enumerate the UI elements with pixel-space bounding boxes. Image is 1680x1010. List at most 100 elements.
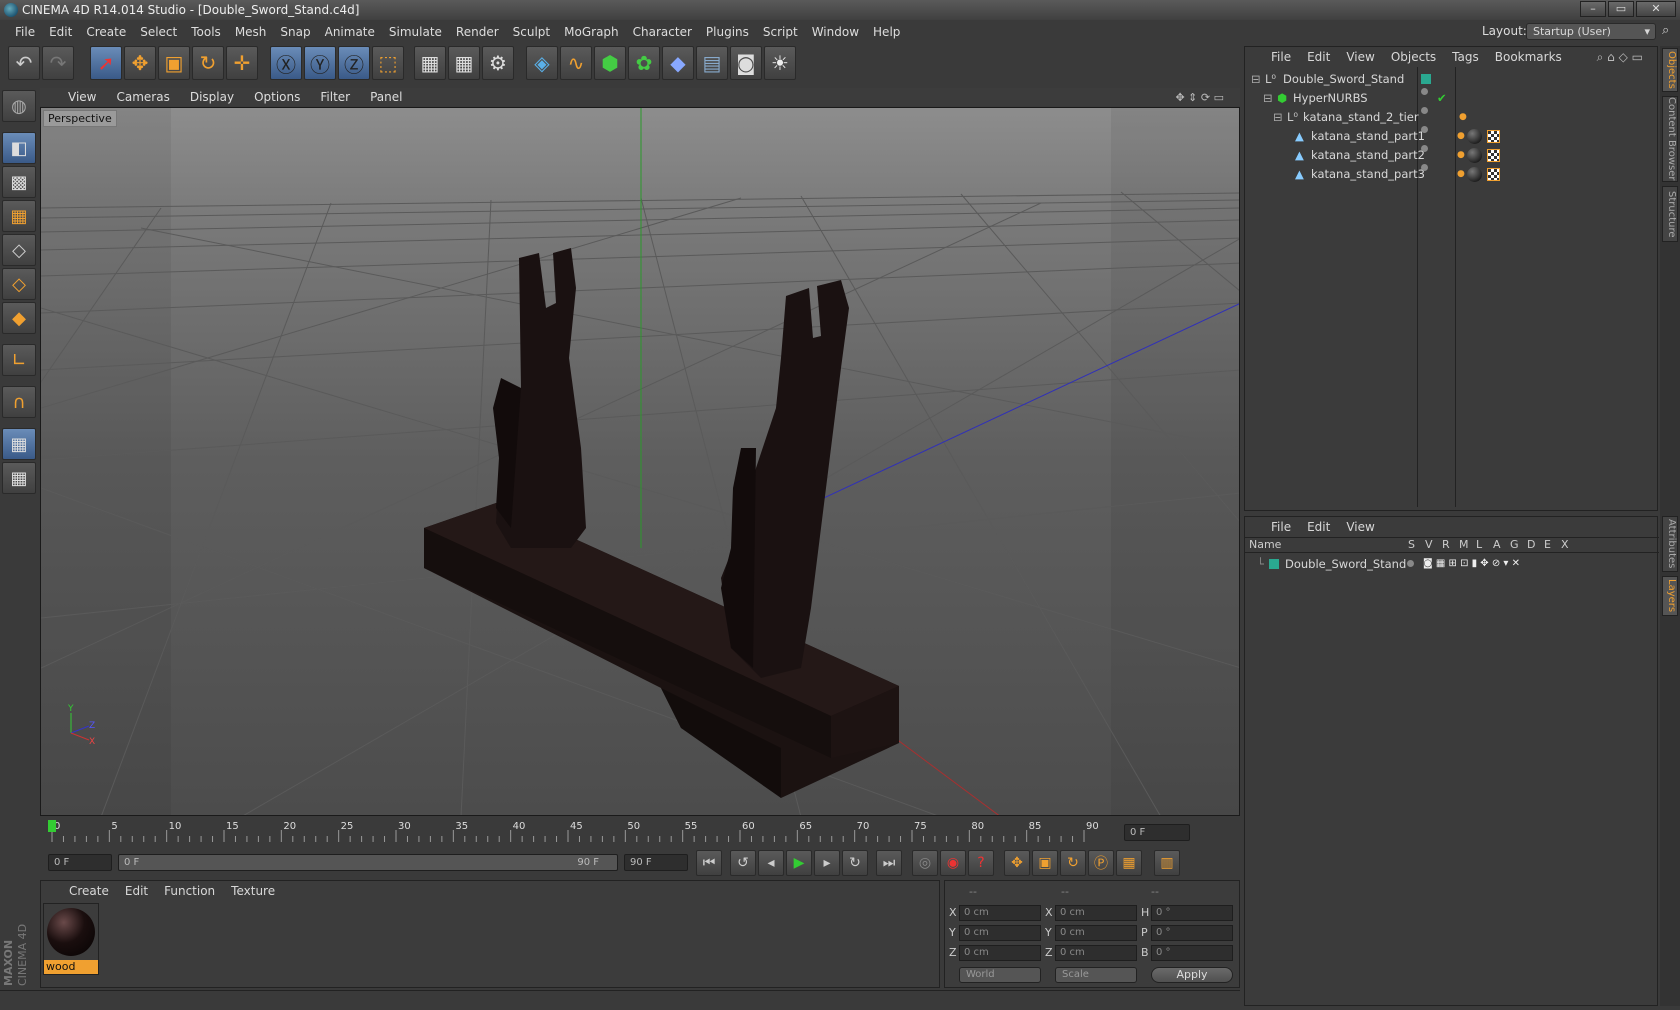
spline-pen-icon[interactable]: ∿ bbox=[560, 46, 592, 80]
move-icon[interactable]: ✥ bbox=[124, 46, 156, 80]
edges-mode-icon[interactable]: ◇ bbox=[2, 268, 36, 300]
obj-menu-edit[interactable]: Edit bbox=[1299, 50, 1338, 64]
auto-key-icon[interactable]: ? bbox=[968, 850, 994, 876]
obj-menu-file[interactable]: File bbox=[1263, 50, 1299, 64]
material-tag-icon[interactable] bbox=[1467, 167, 1482, 182]
layer-color-icon[interactable] bbox=[1269, 559, 1279, 569]
workplane-icon[interactable]: ▦ bbox=[2, 200, 36, 232]
menu-render[interactable]: Render bbox=[449, 25, 506, 39]
make-editable-icon[interactable]: ◍ bbox=[2, 90, 36, 122]
visibility-dot-icon[interactable] bbox=[1421, 107, 1428, 114]
menu-window[interactable]: Window bbox=[805, 25, 866, 39]
visibility-dot-icon[interactable] bbox=[1421, 88, 1428, 95]
goto-start-icon[interactable]: ⏮ bbox=[696, 850, 722, 876]
obj-panel-icons[interactable]: ⌕ ⌂ ◇ ▭ bbox=[1589, 50, 1651, 65]
undo-icon[interactable]: ↶ bbox=[8, 46, 40, 80]
tag-icon[interactable]: ● bbox=[1457, 164, 1465, 184]
col-animation[interactable]: A bbox=[1493, 538, 1501, 551]
material-swatch[interactable]: wood bbox=[43, 903, 99, 975]
minimize-button[interactable]: – bbox=[1580, 1, 1606, 17]
tab-content-browser[interactable]: Content Browser bbox=[1662, 96, 1678, 182]
nurbs-icon[interactable]: ⬢ bbox=[594, 46, 626, 80]
material-menu-edit[interactable]: Edit bbox=[117, 884, 156, 898]
tab-structure[interactable]: Structure bbox=[1662, 186, 1678, 242]
obj-menu-tags[interactable]: Tags bbox=[1444, 50, 1487, 64]
material-menu-texture[interactable]: Texture bbox=[223, 884, 283, 898]
scale-icon[interactable]: ▣ bbox=[158, 46, 190, 80]
key-scale-icon[interactable]: ▣ bbox=[1032, 850, 1058, 876]
col-manager[interactable]: M bbox=[1459, 538, 1469, 551]
render-view-icon[interactable]: ▦ bbox=[414, 46, 446, 80]
texture-tag-icon[interactable] bbox=[1487, 149, 1500, 162]
material-tag-icon[interactable] bbox=[1467, 129, 1482, 144]
collapse-icon[interactable]: ⊟ bbox=[1251, 69, 1261, 89]
sword-stand-model[interactable] bbox=[424, 248, 899, 798]
texture-tag-icon[interactable] bbox=[1487, 168, 1500, 181]
object-row[interactable]: ▲ katana_stand_part3 ● bbox=[1245, 164, 1659, 184]
tab-attributes[interactable]: Attributes bbox=[1662, 516, 1678, 572]
tag-icon[interactable]: ● bbox=[1457, 126, 1465, 146]
y-axis-lock-icon[interactable]: Ⓨ bbox=[304, 46, 336, 80]
play-icon[interactable]: ▶ bbox=[786, 850, 812, 876]
menu-character[interactable]: Character bbox=[626, 25, 699, 39]
menu-mesh[interactable]: Mesh bbox=[228, 25, 274, 39]
menu-sculpt[interactable]: Sculpt bbox=[506, 25, 557, 39]
layer-flag-icons[interactable]: ◙ ▦ ⊞ ⊡ ▮ ✥ ⊘ ▾ ✕ bbox=[1423, 555, 1520, 573]
size-x-field[interactable]: 0 cm bbox=[1055, 905, 1137, 921]
obj-menu-view[interactable]: View bbox=[1338, 50, 1382, 64]
enabled-check-icon[interactable]: ✔ bbox=[1437, 88, 1447, 108]
goto-end-icon[interactable]: ⏭ bbox=[876, 850, 902, 876]
obj-menu-objects[interactable]: Objects bbox=[1383, 50, 1444, 64]
obj-menu-bookmarks[interactable]: Bookmarks bbox=[1487, 50, 1570, 64]
tag-icon[interactable]: ● bbox=[1459, 107, 1467, 127]
3d-viewport[interactable]: Y Z X Perspective bbox=[40, 107, 1240, 816]
redo-icon[interactable]: ↷ bbox=[42, 46, 74, 80]
timeline-ruler[interactable]: 0 5 10 15 20 25 30 35 40 45 50 55 60 65 70 75 80 85 90 0 F bbox=[40, 818, 1240, 848]
menu-plugins[interactable]: Plugins bbox=[699, 25, 756, 39]
object-row[interactable]: ⊟ ⬢ HyperNURBS ✔ bbox=[1245, 88, 1659, 108]
key-param-icon[interactable]: Ⓟ bbox=[1088, 850, 1114, 876]
layout-select[interactable]: Startup (User) ▾ bbox=[1526, 23, 1656, 40]
menu-tools[interactable]: Tools bbox=[184, 25, 228, 39]
timeline-window-icon[interactable]: ▥ bbox=[1154, 850, 1180, 876]
axis-mode-icon[interactable]: ∟ bbox=[2, 344, 36, 376]
visibility-dot-icon[interactable] bbox=[1421, 126, 1428, 133]
coordinate-system-icon[interactable]: ⬚ bbox=[372, 46, 404, 80]
viewport-menu-view[interactable]: View bbox=[58, 90, 106, 104]
points-mode-icon[interactable]: ◇ bbox=[2, 234, 36, 266]
solo-dot-icon[interactable] bbox=[1407, 560, 1414, 567]
object-row[interactable]: ▲ katana_stand_part2 ● bbox=[1245, 145, 1659, 165]
material-menu-create[interactable]: Create bbox=[61, 884, 117, 898]
model-mode-icon[interactable]: ◧ bbox=[2, 132, 36, 164]
viewport-menu-options[interactable]: Options bbox=[244, 90, 310, 104]
live-selection-icon[interactable]: ➚ bbox=[90, 46, 122, 80]
col-view[interactable]: V bbox=[1425, 538, 1433, 551]
playhead-marker[interactable] bbox=[48, 820, 56, 832]
layer-menu-view[interactable]: View bbox=[1338, 520, 1382, 534]
col-expressions[interactable]: E bbox=[1544, 538, 1551, 551]
coord-type-select[interactable]: Scale bbox=[1055, 967, 1137, 983]
col-solo[interactable]: S bbox=[1408, 538, 1415, 551]
camera-icon[interactable]: ◙ bbox=[730, 46, 762, 80]
render-settings-icon[interactable]: ⚙ bbox=[482, 46, 514, 80]
end-frame-field[interactable]: 90 F bbox=[624, 854, 688, 871]
menu-script[interactable]: Script bbox=[756, 25, 805, 39]
viewport-nav-icons[interactable]: ✥ ⇕ ⟳ ▭ bbox=[1165, 91, 1234, 104]
layer-menu-edit[interactable]: Edit bbox=[1299, 520, 1338, 534]
tag-icon[interactable]: ● bbox=[1457, 145, 1465, 165]
key-rotation-icon[interactable]: ↻ bbox=[1060, 850, 1086, 876]
prev-frame-icon[interactable]: ◂ bbox=[758, 850, 784, 876]
cube-icon[interactable]: ◈ bbox=[526, 46, 558, 80]
material-menu-function[interactable]: Function bbox=[156, 884, 223, 898]
snap-icon[interactable]: ∩ bbox=[2, 386, 36, 418]
x-axis-lock-icon[interactable]: Ⓧ bbox=[270, 46, 302, 80]
col-deformers[interactable]: D bbox=[1527, 538, 1535, 551]
rotation-b-field[interactable]: 0 ° bbox=[1151, 945, 1233, 961]
maximize-button[interactable]: ▭ bbox=[1608, 1, 1634, 17]
col-render[interactable]: R bbox=[1442, 538, 1450, 551]
next-frame-icon[interactable]: ▸ bbox=[814, 850, 840, 876]
menu-snap[interactable]: Snap bbox=[273, 25, 317, 39]
record-off-icon[interactable]: ◎ bbox=[912, 850, 938, 876]
rotation-h-field[interactable]: 0 ° bbox=[1151, 905, 1233, 921]
z-axis-lock-icon[interactable]: Ⓩ bbox=[338, 46, 370, 80]
